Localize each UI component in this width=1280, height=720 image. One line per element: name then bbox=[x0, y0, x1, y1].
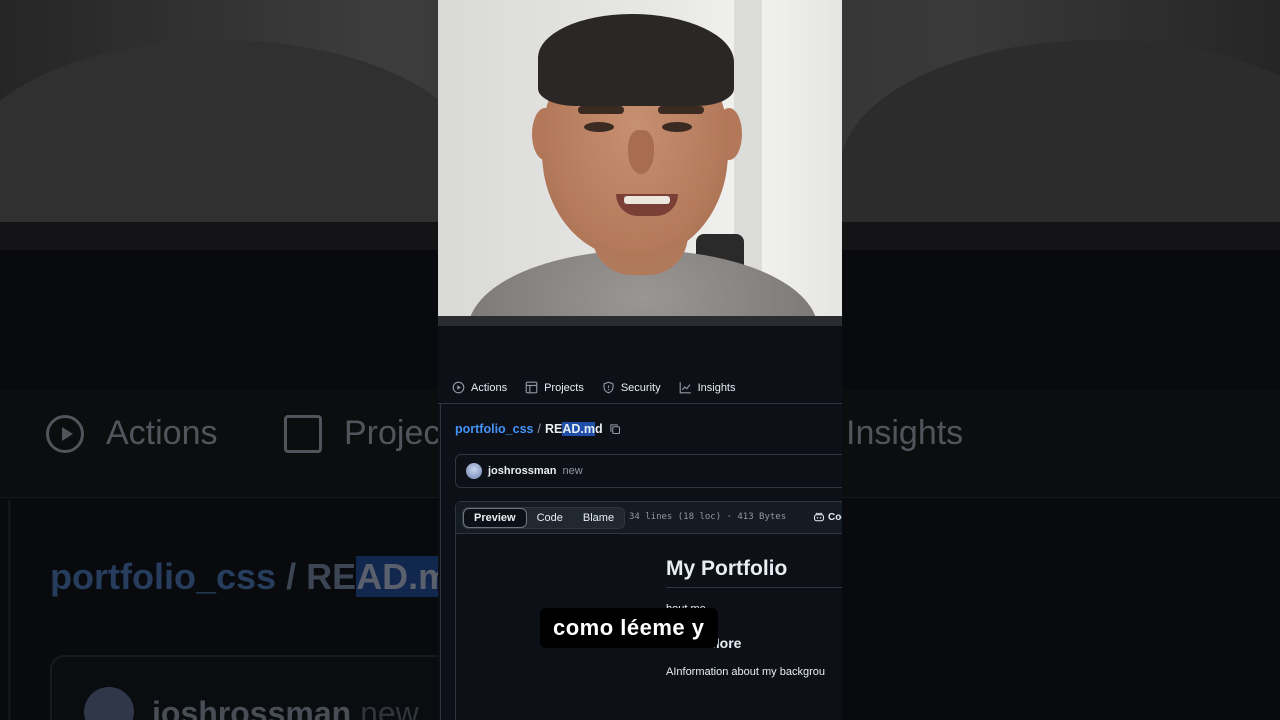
table-icon bbox=[525, 381, 538, 394]
video-eye-left bbox=[584, 122, 614, 132]
nav-item-actions[interactable]: Actions bbox=[452, 381, 507, 394]
copilot-label: Cod bbox=[828, 511, 842, 523]
video-nose bbox=[628, 130, 654, 174]
commit-author[interactable]: joshrossman bbox=[488, 465, 556, 477]
file-header: Preview Code Blame 34 lines (18 loc) · 4… bbox=[456, 502, 842, 534]
latest-commit-bar: joshrossman new bbox=[455, 454, 842, 488]
graph-icon bbox=[679, 382, 691, 394]
nav-item-label: Security bbox=[620, 381, 661, 394]
copilot-icon bbox=[813, 512, 825, 522]
breadcrumb-repo-link[interactable]: portfolio_css bbox=[455, 422, 534, 436]
copy-icon[interactable] bbox=[609, 423, 621, 435]
video-separator bbox=[438, 316, 842, 326]
copilot-button[interactable]: Cod bbox=[813, 511, 842, 523]
nav-item-security[interactable]: Security bbox=[602, 381, 661, 394]
shield-icon bbox=[603, 381, 614, 394]
nav-item-label: Projects bbox=[544, 381, 584, 394]
video-eye-right bbox=[662, 122, 692, 132]
file-meta: 34 lines (18 loc) · 413 Bytes bbox=[629, 512, 787, 522]
video-teeth bbox=[624, 196, 670, 204]
readme-title: My Portfolio bbox=[666, 557, 842, 588]
file-panel: portfolio_css / RE AD.m d joshrossman new … bbox=[440, 404, 842, 720]
breadcrumb-file-selection: AD.m bbox=[562, 422, 596, 436]
nav-item-projects[interactable]: Projects bbox=[525, 381, 584, 394]
nav-item-label: Insights bbox=[697, 381, 736, 394]
view-mode-toggle: Preview Code Blame bbox=[462, 507, 626, 529]
video-brow-right bbox=[658, 106, 704, 114]
video-brow-left bbox=[578, 106, 624, 114]
breadcrumb: portfolio_css / RE AD.m d bbox=[455, 422, 621, 436]
nav-item-insights[interactable]: Insights bbox=[679, 381, 736, 394]
video-hair bbox=[538, 14, 734, 106]
commit-message[interactable]: new bbox=[562, 465, 582, 477]
breadcrumb-file-end: d bbox=[595, 422, 603, 436]
tab-code[interactable]: Code bbox=[527, 508, 573, 528]
webcam-video bbox=[438, 0, 842, 316]
avatar[interactable] bbox=[466, 463, 482, 479]
subtitle-caption: como léeme y bbox=[540, 608, 718, 648]
repo-nav: Actions Projects Security Insights bbox=[438, 372, 842, 404]
play-circle-icon bbox=[452, 381, 465, 394]
breadcrumb-file: RE bbox=[544, 422, 563, 436]
readme-body: AInformation about my backgrou bbox=[666, 666, 825, 678]
tab-blame[interactable]: Blame bbox=[573, 508, 624, 528]
breadcrumb-separator: / bbox=[537, 422, 541, 436]
nav-item-label: Actions bbox=[471, 381, 508, 394]
tab-preview[interactable]: Preview bbox=[463, 508, 527, 528]
